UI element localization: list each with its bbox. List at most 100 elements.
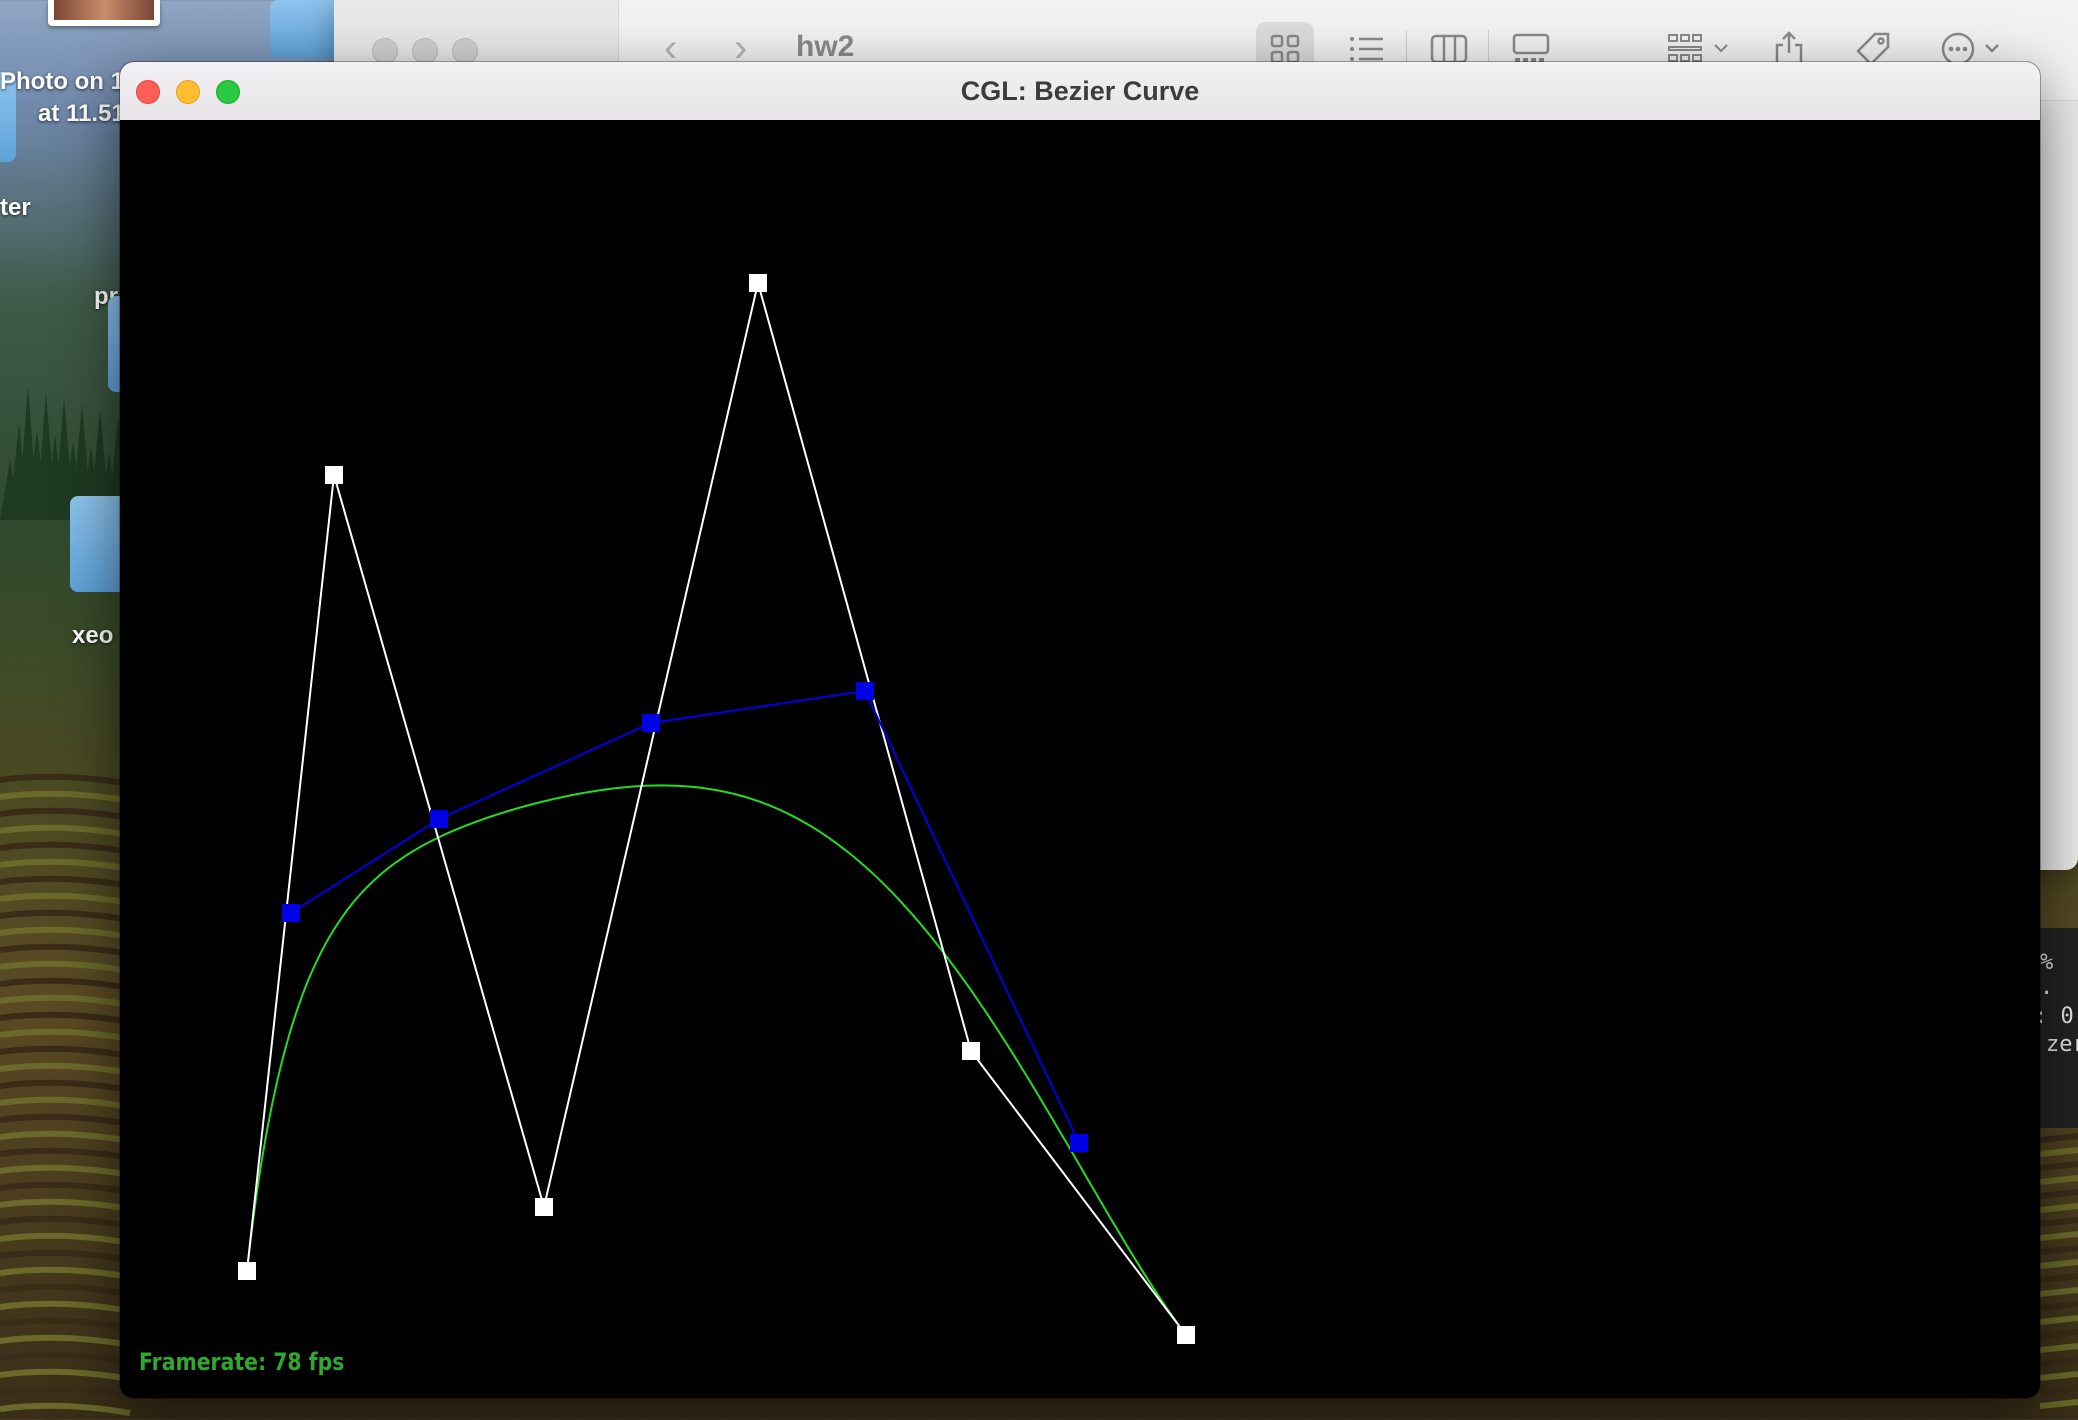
vineyard-row xyxy=(0,1079,131,1093)
control-polygon-segment xyxy=(246,474,335,1272)
terminal-line: % . xyxy=(2040,950,2054,1000)
zoom-button[interactable] xyxy=(216,80,240,104)
vineyard-row xyxy=(0,790,131,804)
window-titlebar[interactable]: CGL: Bezier Curve xyxy=(120,62,2040,121)
vineyard-row xyxy=(0,1113,131,1127)
vineyard-row xyxy=(0,1368,131,1382)
close-button[interactable] xyxy=(136,80,160,104)
vineyard-row xyxy=(2039,1287,2078,1297)
intermediate-point xyxy=(282,904,300,922)
vineyard-row xyxy=(0,1096,131,1110)
vineyard-row xyxy=(0,1028,131,1042)
control-point[interactable] xyxy=(962,1042,980,1060)
vineyard-row xyxy=(0,807,131,821)
control-polygon-segment xyxy=(543,282,759,1208)
vineyard-row xyxy=(0,1147,131,1161)
desktop-photo-thumbnail[interactable] xyxy=(48,0,160,26)
vineyard-row xyxy=(2039,1273,2078,1283)
desktop-item-label[interactable]: xeo xyxy=(72,622,113,650)
vineyard-row xyxy=(2039,1329,2078,1339)
vineyard-row xyxy=(0,1215,131,1229)
vineyard-row xyxy=(0,841,131,855)
desktop-item-label[interactable]: ter xyxy=(0,194,31,222)
cgl-bezier-window[interactable]: CGL: Bezier Curve Framerate: 78 fps xyxy=(120,62,2040,1398)
vineyard-row xyxy=(0,1334,131,1348)
control-polygon-segment xyxy=(970,1050,1187,1336)
vineyard-row xyxy=(0,858,131,872)
vineyard-row xyxy=(2039,1245,2078,1255)
vineyard-row xyxy=(0,1062,131,1076)
finder-title: hw2 xyxy=(796,30,855,63)
vineyard-row xyxy=(0,1300,131,1314)
desktop-item-label[interactable]: at 11.51 xyxy=(38,100,125,128)
finder-minimize-button[interactable] xyxy=(412,38,438,64)
control-point[interactable] xyxy=(1177,1326,1195,1344)
vineyard-row xyxy=(0,994,131,1008)
vineyard-row xyxy=(0,1130,131,1144)
vineyard-row xyxy=(2039,1399,2078,1409)
vineyard-row xyxy=(2039,1343,2078,1353)
finder-close-button[interactable] xyxy=(372,38,398,64)
vineyard-row xyxy=(0,1045,131,1059)
vineyard-row xyxy=(2039,1161,2078,1171)
vineyard-row xyxy=(2039,1357,2078,1367)
vineyard-row xyxy=(0,1232,131,1246)
window-title: CGL: Bezier Curve xyxy=(960,76,1200,106)
control-polygon-segment xyxy=(757,282,972,1052)
vineyard-row xyxy=(2039,1147,2078,1157)
vineyard-row xyxy=(0,1011,131,1025)
framerate-readout: Framerate: 78 fps xyxy=(139,1348,345,1376)
vineyard-row xyxy=(2039,1133,2078,1143)
vineyard-row xyxy=(0,909,131,923)
intermediate-polygon-segment xyxy=(438,722,652,820)
desktop-item-label[interactable]: Photo on 1 xyxy=(0,68,124,96)
intermediate-polygon-segment xyxy=(650,690,866,724)
minimize-button[interactable] xyxy=(176,80,200,104)
intermediate-point xyxy=(642,714,660,732)
control-point[interactable] xyxy=(238,1262,256,1280)
control-point[interactable] xyxy=(749,274,767,292)
vineyard-row xyxy=(2039,1315,2078,1325)
vineyard-row xyxy=(2039,1175,2078,1185)
vineyard-row xyxy=(2039,1371,2078,1381)
intermediate-point xyxy=(1070,1134,1088,1152)
vineyard-row xyxy=(2039,1217,2078,1227)
vineyard-row xyxy=(0,926,131,940)
vineyard-row xyxy=(0,1266,131,1280)
intermediate-polygon-segment xyxy=(290,818,440,914)
vineyard-row xyxy=(0,943,131,957)
vineyard-row xyxy=(0,1181,131,1195)
bezier-canvas[interactable] xyxy=(120,120,2040,1398)
vineyard-row xyxy=(2039,1385,2078,1395)
vineyard-row xyxy=(2039,1259,2078,1269)
vineyard-row xyxy=(0,1351,131,1365)
vineyard-row xyxy=(0,1385,131,1399)
vineyard-row xyxy=(0,1402,131,1416)
control-point[interactable] xyxy=(535,1198,553,1216)
intermediate-point xyxy=(856,682,874,700)
control-point[interactable] xyxy=(325,466,343,484)
control-polygon-segment xyxy=(333,474,545,1208)
vineyard-row xyxy=(0,892,131,906)
vineyard-row xyxy=(0,1317,131,1331)
vineyard-row xyxy=(2039,1203,2078,1213)
vineyard-row xyxy=(0,875,131,889)
vineyard-row xyxy=(0,1283,131,1297)
vineyard-row xyxy=(0,960,131,974)
vineyard-row xyxy=(0,1198,131,1212)
vineyard-row xyxy=(0,773,131,787)
desktop-folder-icon[interactable] xyxy=(70,496,124,592)
vineyard-row xyxy=(0,977,131,991)
vineyard-row xyxy=(2039,1301,2078,1311)
desktop-folder-icon[interactable] xyxy=(270,0,340,58)
intermediate-polygon-segment xyxy=(864,690,1080,1144)
vineyard-row xyxy=(2039,1231,2078,1241)
bezier-curve xyxy=(246,784,1187,1336)
intermediate-point xyxy=(430,810,448,828)
vineyard-row xyxy=(2039,1189,2078,1199)
finder-zoom-button[interactable] xyxy=(452,38,478,64)
vineyard-row xyxy=(0,1249,131,1263)
terminal-line: zer xyxy=(2046,1032,2078,1057)
vineyard-row xyxy=(0,824,131,838)
vineyard-row xyxy=(0,1164,131,1178)
